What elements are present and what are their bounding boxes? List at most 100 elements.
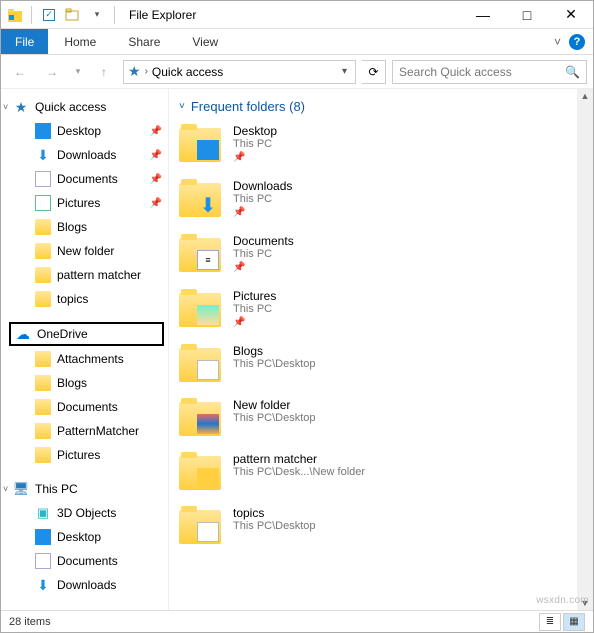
item-location: This PC [233,303,276,315]
tree-quick-access[interactable]: ˅ ★ Quick access [1,95,168,119]
page-icon [197,522,219,542]
list-item[interactable]: ≡ Documents This PC 📌 [179,234,567,273]
scrollbar[interactable]: ▲ ▼ [577,89,593,610]
tab-view[interactable]: View [176,29,234,54]
maximize-button[interactable]: □ [505,1,549,29]
folder-icon [35,291,51,307]
list-item[interactable]: Blogs This PC\Desktop [179,344,567,382]
documents-icon: ≡ [197,250,219,270]
status-bar: 28 items ≣ ▦ [1,610,593,632]
tree-item-blogs[interactable]: Blogs [1,215,168,239]
tree-onedrive[interactable]: ☁ OneDrive [9,322,164,346]
tree-item-documents[interactable]: Documents [1,549,168,573]
tree-label: PatternMatcher [57,424,139,438]
recent-locations-button[interactable]: ▾ [71,59,85,85]
separator [31,6,32,24]
pin-icon: 📌 [233,317,276,328]
up-button[interactable]: ↑ [91,59,117,85]
ribbon-expand-button[interactable]: ˅ [554,35,561,49]
onedrive-icon: ☁ [15,326,31,342]
download-icon: ⬇ [197,195,219,215]
section-title: Frequent folders (8) [191,99,305,114]
folder-icon [179,289,221,327]
list-item[interactable]: New folder This PC\Desktop [179,398,567,436]
tree-item-attachments[interactable]: Attachments [1,347,168,371]
expand-icon[interactable]: ˅ [3,102,8,112]
documents-icon [35,171,51,187]
checkbox-icon: ✓ [43,9,55,21]
navigation-pane[interactable]: ˅ ★ Quick access Desktop 📌 ⬇ Downloads 📌… [1,89,169,610]
address-dropdown-button[interactable]: ▾ [338,66,351,77]
tree-item-3d objects[interactable]: ▣ 3D Objects [1,501,168,525]
item-text: Blogs This PC\Desktop [233,344,316,370]
view-large-button[interactable]: ▦ [563,613,585,631]
item-location: This PC [233,193,292,205]
folder-art-icon [197,414,219,434]
folder-icon [35,423,51,439]
qat-newfolder-button[interactable] [62,4,84,26]
item-name: Pictures [233,289,276,303]
item-name: topics [233,506,316,520]
list-item[interactable]: ⬇ Downloads This PC 📌 [179,179,567,218]
body: ˅ ★ Quick access Desktop 📌 ⬇ Downloads 📌… [1,89,593,610]
app-icon [7,7,23,23]
item-text: pattern matcher This PC\Desk...\New fold… [233,452,365,478]
search-input[interactable]: Search Quick access 🔍 [392,60,587,84]
expand-icon[interactable]: ˅ [3,484,8,494]
forward-button[interactable]: → [39,59,65,85]
item-count: 28 items [9,616,51,628]
folder-icon [35,219,51,235]
tree-this-pc[interactable]: ˅ 🖥 This PC [1,477,168,501]
pin-icon: 📌 [150,198,162,209]
qat-properties-button[interactable]: ✓ [38,4,60,26]
tree-label: 3D Objects [57,506,116,520]
list-item[interactable]: pattern matcher This PC\Desk...\New fold… [179,452,567,490]
tree-item-downloads[interactable]: ⬇ Downloads [1,573,168,597]
list-item[interactable]: Pictures This PC 📌 [179,289,567,328]
item-list[interactable]: ˅ Frequent folders (8) Desktop This PC 📌… [169,89,577,610]
tree-item-desktop[interactable]: Desktop [1,525,168,549]
tree-item-documents[interactable]: Documents 📌 [1,167,168,191]
tree-item-topics[interactable]: topics [1,287,168,311]
address-bar[interactable]: ★ › Quick access ▾ [123,60,356,84]
documents-icon [35,553,51,569]
close-button[interactable]: ✕ [549,1,593,29]
folder-icon [35,447,51,463]
pin-icon: 📌 [150,174,162,185]
tree-item-blogs[interactable]: Blogs [1,371,168,395]
view-details-button[interactable]: ≣ [539,613,561,631]
search-icon: 🔍 [565,65,580,79]
list-item[interactable]: topics This PC\Desktop [179,506,567,544]
tree-item-downloads[interactable]: ⬇ Downloads 📌 [1,143,168,167]
tree-item-pictures[interactable]: Pictures 📌 [1,191,168,215]
refresh-button[interactable]: ⟳ [362,60,386,84]
download-icon: ⬇ [35,577,51,593]
navigation-bar: ← → ▾ ↑ ★ › Quick access ▾ ⟳ Search Quic… [1,55,593,89]
tree-item-pictures[interactable]: Pictures [1,443,168,467]
back-button[interactable]: ← [7,59,33,85]
star-icon: ★ [13,99,29,115]
tab-home[interactable]: Home [48,29,112,54]
scroll-up-icon[interactable]: ▲ [581,89,590,103]
list-item[interactable]: Desktop This PC 📌 [179,124,567,163]
watermark: wsxdn.com [536,595,589,606]
section-header-frequent[interactable]: ˅ Frequent folders (8) [179,99,567,114]
tab-share[interactable]: Share [112,29,176,54]
item-name: Blogs [233,344,316,358]
file-tab[interactable]: File [1,29,48,54]
tree-label: New folder [57,244,114,258]
tree-item-pattern matcher[interactable]: pattern matcher [1,263,168,287]
tree-item-patternmatcher[interactable]: PatternMatcher [1,419,168,443]
tree-item-new folder[interactable]: New folder [1,239,168,263]
minimize-button[interactable]: — [461,1,505,29]
tree-item-documents[interactable]: Documents [1,395,168,419]
tree-label: OneDrive [37,327,88,341]
folder-icon [179,506,221,544]
folder-icon: ⬇ [179,179,221,217]
qat-customize-button[interactable]: ▾ [86,4,108,26]
breadcrumb-chevron-icon[interactable]: › [145,66,148,77]
help-icon[interactable]: ? [569,34,585,50]
item-name: pattern matcher [233,452,365,466]
item-location: This PC [233,248,294,260]
tree-item-desktop[interactable]: Desktop 📌 [1,119,168,143]
